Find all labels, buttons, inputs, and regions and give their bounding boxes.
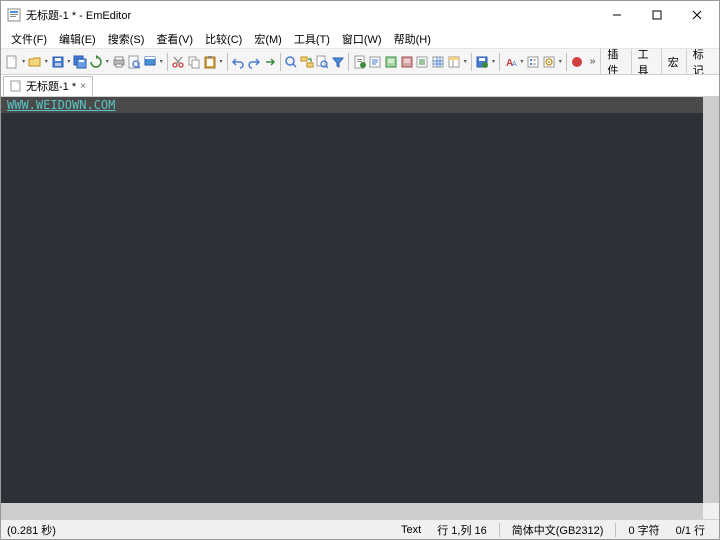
menu-tools[interactable]: 工具(T) — [288, 29, 336, 49]
status-chars: 0 字符 — [620, 522, 667, 538]
status-time: (0.281 秒) — [7, 522, 393, 538]
undo-icon[interactable] — [231, 52, 246, 72]
wrap-icon[interactable] — [368, 52, 383, 72]
reload-dropdown[interactable]: ▾ — [104, 58, 110, 65]
status-encoding[interactable]: 简体中文(GB2312) — [504, 522, 612, 538]
copy-icon[interactable] — [187, 52, 202, 72]
csv-normal-icon[interactable] — [415, 52, 430, 72]
minimize-button[interactable] — [597, 2, 637, 28]
app-icon — [7, 8, 21, 22]
toolbar-tab-tools[interactable]: 工具 — [631, 49, 660, 74]
status-mode[interactable]: Text — [393, 524, 429, 536]
status-separator — [499, 523, 500, 537]
scrollbar-vertical[interactable] — [703, 97, 719, 503]
toolbar-tab-plugins[interactable]: 插件 — [600, 49, 629, 74]
menu-file[interactable]: 文件(F) — [5, 29, 53, 49]
status-lines: 0/1 行 — [668, 522, 713, 538]
menu-search[interactable]: 搜索(S) — [102, 29, 151, 49]
properties-icon[interactable] — [526, 52, 541, 72]
document-tab-label: 无标题-1 * — [26, 78, 76, 94]
toolbar-separator — [499, 53, 500, 71]
wrap-page-icon[interactable] — [399, 52, 414, 72]
config-icon[interactable] — [542, 52, 557, 72]
menu-view[interactable]: 查看(V) — [150, 29, 199, 49]
status-bar: (0.281 秒) Text 行 1,列 16 简体中文(GB2312) 0 字… — [1, 519, 719, 539]
save-all-icon[interactable] — [73, 52, 88, 72]
svg-text:A: A — [512, 61, 517, 68]
config-dropdown[interactable]: ▾ — [557, 58, 563, 65]
wrap-window-icon[interactable] — [384, 52, 399, 72]
find-in-files-icon[interactable] — [315, 52, 330, 72]
toolbar: ▾ ▾ ▾ ▾ ▾ ▾ ▾ ▾ AA ▾ ▾ » 插件 工具 宏 标记 — [1, 49, 719, 75]
save-settings-icon[interactable] — [475, 52, 490, 72]
find-icon[interactable] — [284, 52, 299, 72]
menu-edit[interactable]: 编辑(E) — [53, 29, 102, 49]
new-file-icon[interactable] — [5, 52, 20, 72]
menu-window[interactable]: 窗口(W) — [336, 29, 388, 49]
menu-macro[interactable]: 宏(M) — [248, 29, 288, 49]
toolbar-separator — [167, 53, 168, 71]
menu-compare[interactable]: 比较(C) — [199, 29, 248, 49]
window-title: 无标题-1 * - EmEditor — [26, 7, 597, 23]
document-tab[interactable]: 无标题-1 * × — [3, 76, 93, 96]
open-file-dropdown[interactable]: ▾ — [43, 58, 49, 65]
toolbar-separator — [227, 53, 228, 71]
jump-icon[interactable] — [262, 52, 277, 72]
toolbar-separator — [566, 53, 567, 71]
paste-icon[interactable] — [202, 52, 217, 72]
print-icon[interactable] — [111, 52, 126, 72]
save-dropdown[interactable]: ▾ — [66, 58, 72, 65]
new-file-dropdown[interactable]: ▾ — [21, 58, 27, 65]
record-macro-icon[interactable] — [570, 52, 585, 72]
save-icon[interactable] — [50, 52, 65, 72]
print-preview-icon[interactable] — [127, 52, 142, 72]
scrollbar-horizontal[interactable] — [1, 503, 703, 519]
document-tabs: 无标题-1 * × — [1, 75, 719, 97]
status-separator — [615, 523, 616, 537]
tab-close-icon[interactable]: × — [80, 81, 86, 92]
toolbar-tab-macro[interactable]: 宏 — [661, 49, 685, 74]
toolbar-separator — [471, 53, 472, 71]
toolbar-overflow-icon[interactable]: » — [586, 56, 600, 67]
save-settings-dropdown[interactable]: ▾ — [491, 58, 497, 65]
status-position[interactable]: 行 1,列 16 — [429, 522, 495, 538]
menu-help[interactable]: 帮助(H) — [388, 29, 437, 49]
reload-icon[interactable] — [89, 52, 104, 72]
heading-dropdown[interactable]: ▾ — [462, 58, 468, 65]
maximize-button[interactable] — [637, 2, 677, 28]
editor-content[interactable]: WWW.WEIDOWN.COM — [7, 97, 115, 113]
launch-app-icon[interactable] — [143, 52, 158, 72]
close-button[interactable] — [677, 2, 717, 28]
cut-icon[interactable] — [171, 52, 186, 72]
toolbar-tab-markers[interactable]: 标记 — [686, 49, 715, 74]
large-file-icon[interactable] — [352, 52, 367, 72]
editor-area[interactable]: WWW.WEIDOWN.COM — [1, 97, 719, 519]
filter-icon[interactable] — [331, 52, 346, 72]
scroll-corner — [703, 503, 719, 519]
font-dropdown[interactable]: ▾ — [519, 58, 525, 65]
scrollbar-thumb[interactable] — [703, 97, 719, 503]
editor-text-link[interactable]: WWW.WEIDOWN.COM — [7, 98, 115, 112]
font-icon[interactable]: AA — [503, 52, 518, 72]
menu-bar: 文件(F) 编辑(E) 搜索(S) 查看(V) 比较(C) 宏(M) 工具(T)… — [1, 29, 719, 49]
window-controls — [597, 2, 717, 28]
open-file-icon[interactable] — [28, 52, 43, 72]
toolbar-separator — [348, 53, 349, 71]
redo-icon[interactable] — [246, 52, 261, 72]
toolbar-separator — [280, 53, 281, 71]
csv-icon[interactable] — [431, 52, 446, 72]
replace-icon[interactable] — [299, 52, 314, 72]
file-icon — [10, 80, 22, 92]
heading-icon[interactable] — [447, 52, 462, 72]
title-bar: 无标题-1 * - EmEditor — [1, 1, 719, 29]
paste-dropdown[interactable]: ▾ — [218, 58, 224, 65]
launch-app-dropdown[interactable]: ▾ — [158, 58, 164, 65]
scrollbar-thumb[interactable] — [1, 503, 703, 519]
